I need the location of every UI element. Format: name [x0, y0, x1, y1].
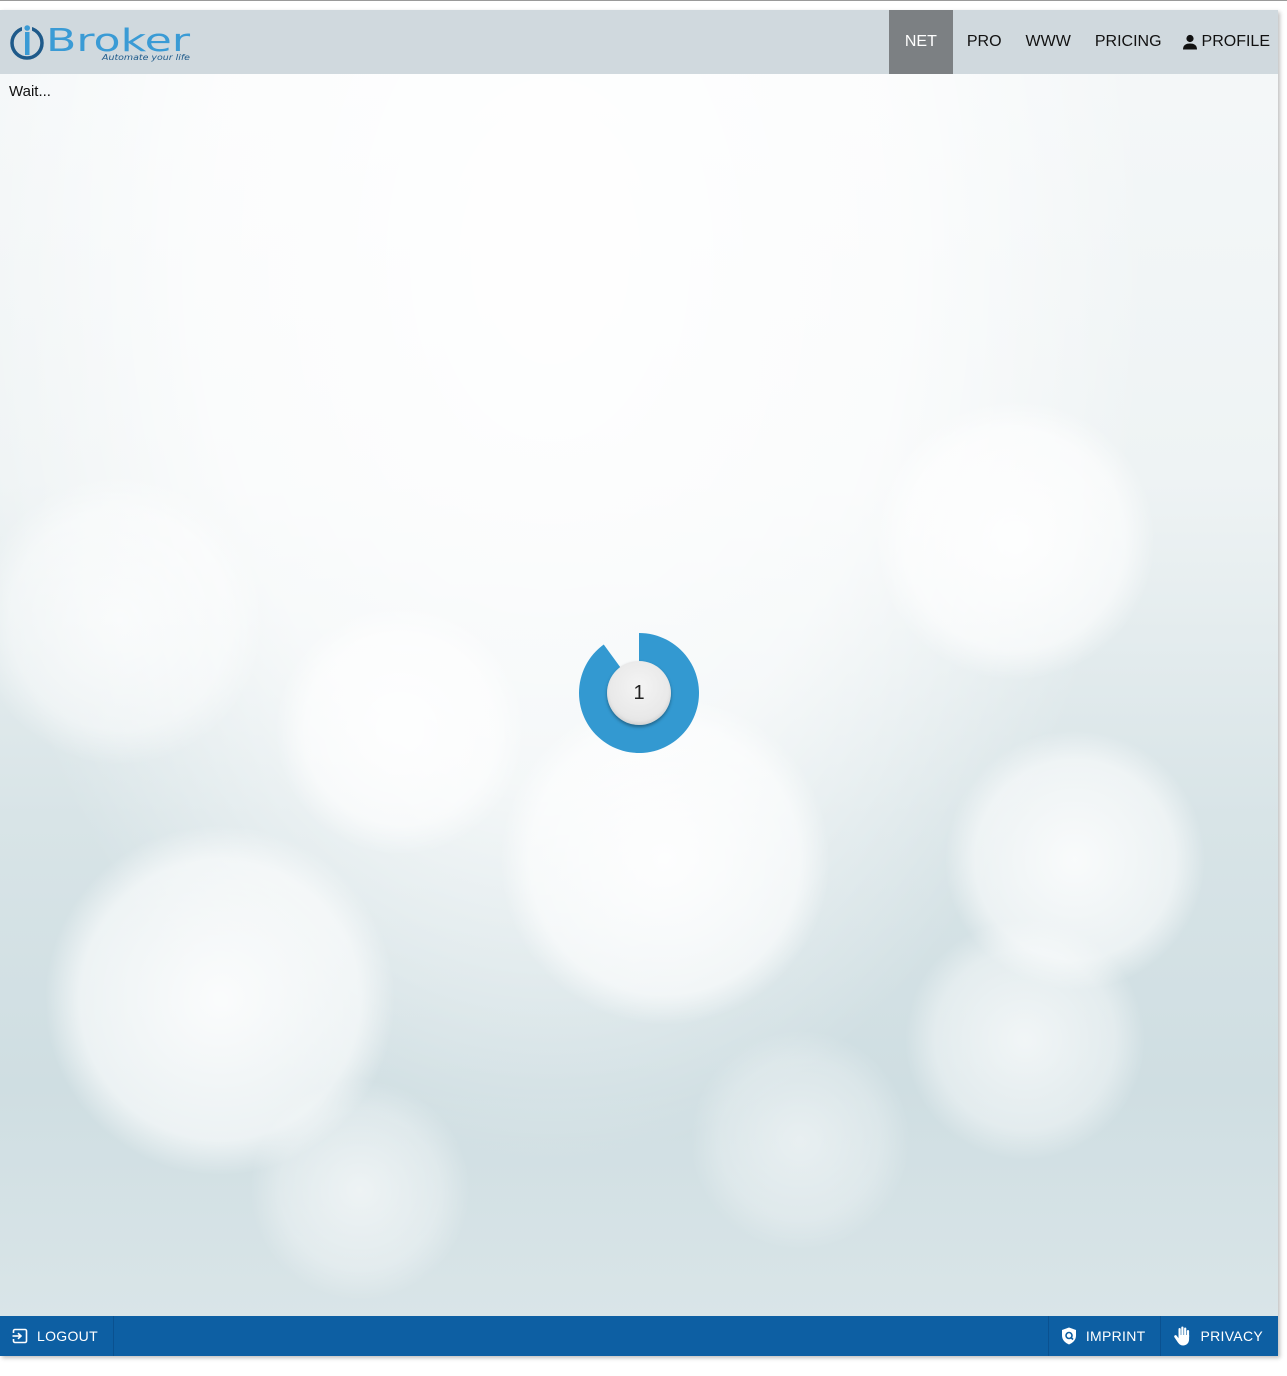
footer-left-group: LOGOUT	[0, 1316, 114, 1356]
shield-icon	[1061, 1327, 1077, 1345]
loading-status-text: Wait...	[9, 83, 51, 100]
privacy-button[interactable]: PRIVACY	[1160, 1316, 1278, 1356]
privacy-label: PRIVACY	[1200, 1328, 1263, 1344]
nav-item-pro[interactable]: PRO	[955, 10, 1014, 74]
app-window: Broker Automate your life NET PRO WWW PR…	[0, 10, 1278, 1356]
nav-item-label: NET	[904, 33, 937, 50]
logout-icon	[12, 1328, 28, 1344]
spinner-counter: 1	[607, 661, 671, 725]
nav-item-pricing[interactable]: PRICING	[1083, 10, 1174, 74]
bottom-toolbar: LOGOUT IMPRINT PRIVACY	[0, 1316, 1278, 1356]
nav-item-label: PROFILE	[1201, 33, 1270, 50]
imprint-label: IMPRINT	[1085, 1328, 1146, 1344]
nav-item-profile[interactable]: PROFILE	[1174, 10, 1278, 74]
logout-button[interactable]: LOGOUT	[0, 1316, 114, 1356]
browser-top-edge	[0, 0, 1287, 3]
nav-item-net[interactable]: NET	[888, 10, 953, 74]
footer-right-group: IMPRINT PRIVACY	[1047, 1316, 1278, 1356]
nav-item-label: PRO	[966, 33, 1002, 50]
person-icon	[1182, 34, 1198, 50]
loading-spinner: 1	[579, 633, 699, 753]
logout-label: LOGOUT	[37, 1328, 98, 1344]
nav-item-label: WWW	[1025, 33, 1071, 50]
imprint-button[interactable]: IMPRINT	[1047, 1316, 1161, 1356]
nav-item-www[interactable]: WWW	[1014, 10, 1083, 74]
logo-tagline: Automate your life	[101, 53, 190, 62]
nav-item-label: PRICING	[1094, 33, 1162, 50]
top-navbar: Broker Automate your life NET PRO WWW PR…	[0, 10, 1278, 74]
hand-icon	[1173, 1326, 1191, 1346]
nav-menu: NET PRO WWW PRICING PROFILE	[888, 10, 1278, 74]
iobroker-logo[interactable]: Broker Automate your life	[10, 22, 200, 64]
